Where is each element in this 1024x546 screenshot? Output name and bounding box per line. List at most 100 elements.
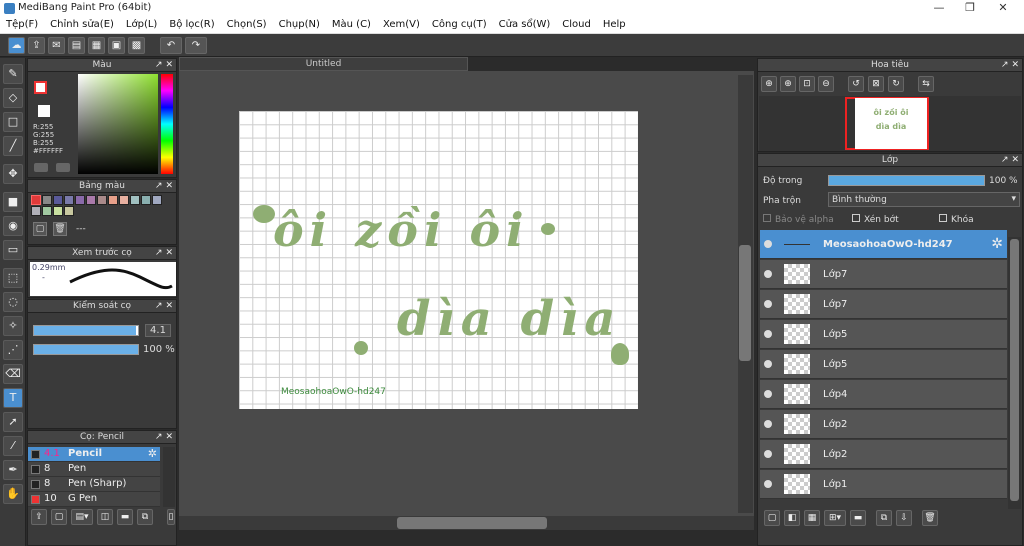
cloud-icon[interactable]: ☁ <box>8 37 25 54</box>
panel-controls-icon[interactable]: ↗ ✕ <box>155 59 173 72</box>
duplicate-brush-icon[interactable]: ⧉ <box>137 509 153 525</box>
hue-slider[interactable] <box>161 74 173 174</box>
document-tab[interactable]: Untitled <box>179 57 468 71</box>
color-swatch[interactable] <box>119 195 129 205</box>
color-mode-button-2[interactable] <box>56 163 70 172</box>
select-rect-icon[interactable]: ⬚ <box>3 268 23 288</box>
menu-edit[interactable]: Chỉnh sửa(E) <box>44 17 120 30</box>
duplicate-layer-icon[interactable]: ⧉ <box>876 510 892 526</box>
share-icon[interactable]: ⇪ <box>28 37 45 54</box>
layer-opacity-slider[interactable] <box>828 175 985 186</box>
layer-row[interactable]: Lớp7 <box>760 260 1007 289</box>
panel-controls-icon[interactable]: ↗ ✕ <box>155 431 173 444</box>
delete-layer-icon[interactable]: 🗑 <box>922 510 938 526</box>
fill-rect-icon[interactable]: ■ <box>3 192 23 212</box>
grid-icon[interactable]: ▩ <box>128 37 145 54</box>
zoom-in-2-icon[interactable]: ⊕ <box>780 76 796 92</box>
visibility-eye-icon[interactable] <box>764 450 772 458</box>
rotate-left-icon[interactable]: ↺ <box>848 76 864 92</box>
layer-row[interactable]: Lớp2 <box>760 440 1007 469</box>
clipping-checkbox[interactable]: Xén bớt <box>852 214 899 225</box>
brush-cloud-icon[interactable]: ⇪ <box>31 509 47 525</box>
maximize-button[interactable]: ❐ <box>955 1 985 15</box>
brush-item[interactable]: 8 Pen (Sharp) <box>28 477 160 492</box>
canvas-horizontal-scrollbar[interactable] <box>179 516 754 530</box>
menu-cloud[interactable]: Cloud <box>556 17 597 30</box>
eyedropper-icon[interactable]: ⁄ <box>3 436 23 456</box>
panel-controls-icon[interactable]: ↗ ✕ <box>155 247 173 260</box>
select-eraser-icon[interactable]: ⌫ <box>3 364 23 384</box>
add-brush-icon[interactable]: ▢ <box>51 509 67 525</box>
menu-tools[interactable]: Công cụ(T) <box>426 17 493 30</box>
visibility-eye-icon[interactable] <box>764 240 772 248</box>
menu-color[interactable]: Màu (C) <box>326 17 377 30</box>
menu-file[interactable]: Tệp(F) <box>0 17 44 30</box>
brush-size-slider[interactable] <box>33 325 139 336</box>
operation-tool-icon[interactable]: ➚ <box>3 412 23 432</box>
text-tool-icon[interactable]: T <box>3 388 23 408</box>
color-swatch[interactable] <box>53 195 63 205</box>
navigator-preview[interactable]: ôi zồi ôi dìa dìa <box>759 96 1021 151</box>
color-mode-button[interactable] <box>34 163 48 172</box>
trash-icon[interactable]: 🗑 <box>53 222 67 236</box>
brush-list-scrollbar[interactable] <box>163 447 175 507</box>
document-icon[interactable]: ▦ <box>88 37 105 54</box>
bucket-tool-icon[interactable]: ◉ <box>3 216 23 236</box>
color-swatch[interactable] <box>75 195 85 205</box>
minimize-button[interactable]: — <box>924 1 954 15</box>
foreground-color[interactable] <box>34 81 47 94</box>
color-swatch[interactable] <box>86 195 96 205</box>
drawing-canvas[interactable]: ôi zồi ôi dìa dìa MeosaohoaOwO-hd247 <box>239 111 638 409</box>
eraser-tool-icon[interactable]: ◇ <box>3 88 23 108</box>
panel-controls-icon[interactable]: ↗ ✕ <box>155 180 173 193</box>
undo-icon[interactable]: ↶ <box>160 37 182 54</box>
gradient-tool-icon[interactable]: ▭ <box>3 240 23 260</box>
zoom-out-icon[interactable]: ⊖ <box>818 76 834 92</box>
color-swatch[interactable] <box>141 195 151 205</box>
brush-folder-icon[interactable]: ▬ <box>117 509 133 525</box>
visibility-eye-icon[interactable] <box>764 270 772 278</box>
reset-view-icon[interactable]: ⊠ <box>868 76 884 92</box>
visibility-eye-icon[interactable] <box>764 420 772 428</box>
color-swatch[interactable] <box>130 195 140 205</box>
gear-icon[interactable]: ✲ <box>148 447 157 460</box>
menu-window[interactable]: Cửa sổ(W) <box>493 17 557 30</box>
rotate-right-icon[interactable]: ↻ <box>888 76 904 92</box>
layer-row[interactable]: Lớp1 <box>760 470 1007 499</box>
brush-settings-icon[interactable]: ◫ <box>97 509 113 525</box>
menu-help[interactable]: Help <box>597 17 632 30</box>
brush-opacity-slider[interactable] <box>33 344 139 355</box>
panel-controls-icon[interactable]: ↗ ✕ <box>1001 59 1019 72</box>
brush-item[interactable]: 4.1 Pencil ✲ <box>28 447 160 462</box>
select-pen-icon[interactable]: ⋰ <box>3 340 23 360</box>
background-color[interactable] <box>38 105 50 117</box>
rect-tool-icon[interactable]: □ <box>3 112 23 132</box>
layer-row[interactable]: MeosaohoaOwO-hd247 ✲ <box>760 230 1007 259</box>
layers-scrollbar[interactable] <box>1008 237 1021 509</box>
comment-icon[interactable]: ✉ <box>48 37 65 54</box>
move-tool-icon[interactable]: ✥ <box>3 164 23 184</box>
add-palette-icon[interactable]: ▢ <box>33 222 47 236</box>
color-swatch[interactable] <box>31 195 41 205</box>
color-swatch[interactable] <box>108 195 118 205</box>
magic-wand-icon[interactable]: ✧ <box>3 316 23 336</box>
color-swatch[interactable] <box>31 206 41 216</box>
color-swatch[interactable] <box>152 195 162 205</box>
redo-icon[interactable]: ↷ <box>185 37 207 54</box>
layer-row[interactable]: Lớp5 <box>760 350 1007 379</box>
new-layer-icon[interactable]: ▢ <box>764 510 780 526</box>
flip-icon[interactable]: ⇆ <box>918 76 934 92</box>
panel-icon[interactable]: ▣ <box>108 37 125 54</box>
menu-filter[interactable]: Bộ lọc(R) <box>163 17 220 30</box>
lasso-icon[interactable]: ◌ <box>3 292 23 312</box>
fit-icon[interactable]: ⊡ <box>799 76 815 92</box>
brush-item[interactable]: 10 G Pen <box>28 492 160 507</box>
color-picker-square[interactable] <box>78 74 158 174</box>
color-swatch[interactable] <box>53 206 63 216</box>
zoom-in-icon[interactable]: ⊕ <box>761 76 777 92</box>
protect-alpha-checkbox[interactable]: Bảo vệ alpha <box>763 214 834 225</box>
new-halftone-layer-icon[interactable]: ▦ <box>804 510 820 526</box>
lock-checkbox[interactable]: Khóa <box>939 214 974 225</box>
brush-tool-icon[interactable]: ✎ <box>3 64 23 84</box>
close-button[interactable]: ✕ <box>988 1 1018 15</box>
